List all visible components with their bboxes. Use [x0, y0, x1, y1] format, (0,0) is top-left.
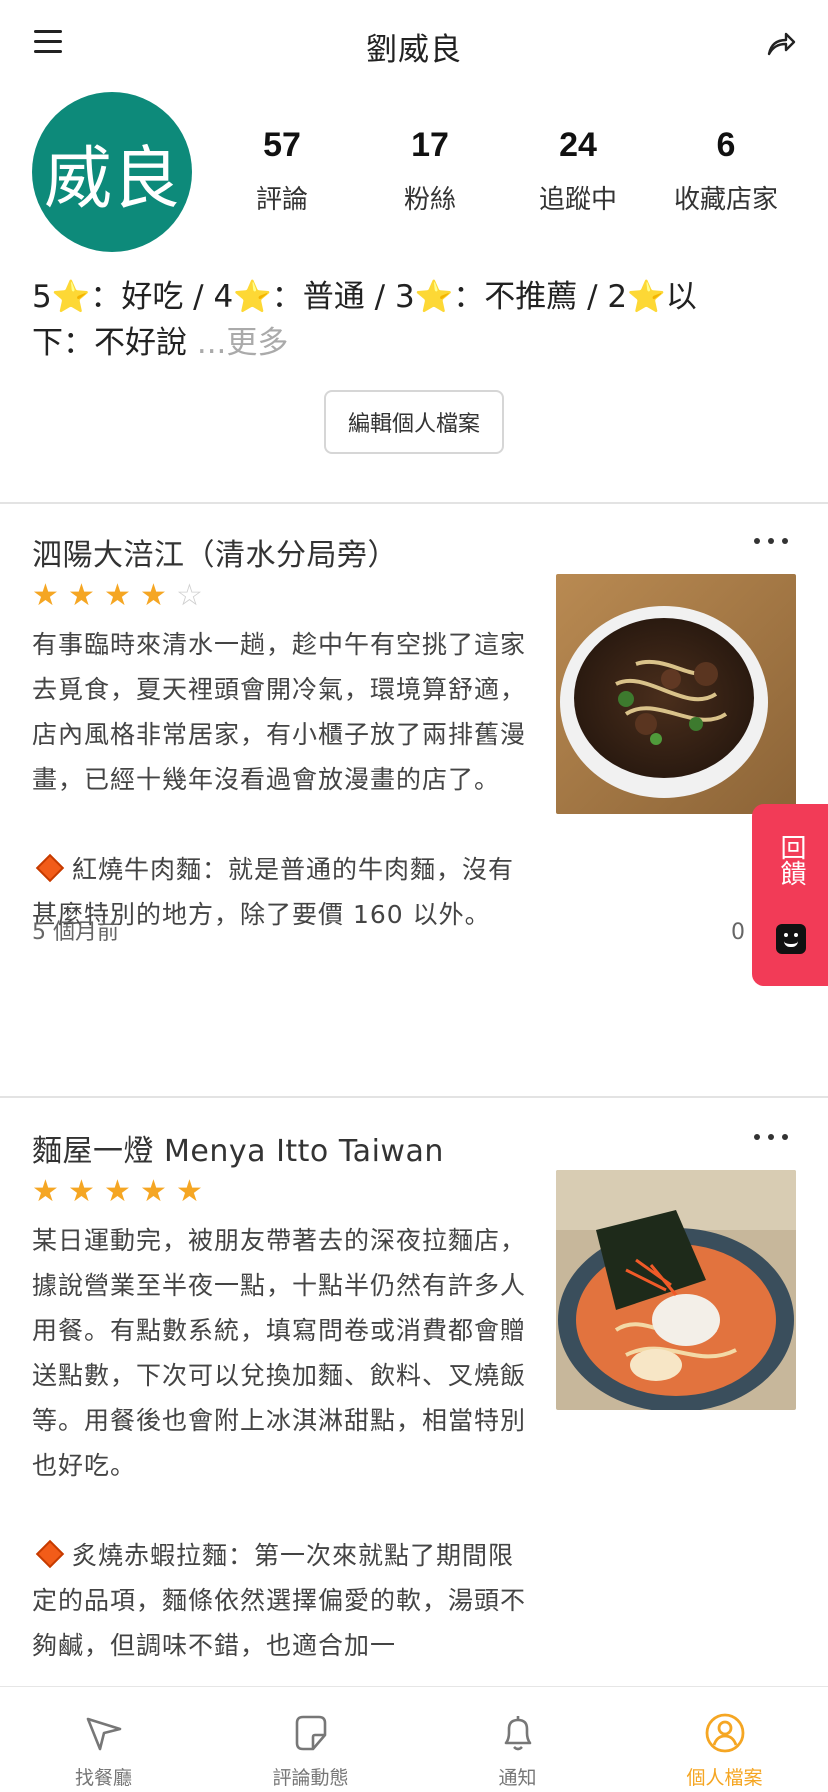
profile-icon — [705, 1713, 744, 1753]
stat-label: 收藏店家 — [673, 185, 778, 215]
review-photo-beef-noodle[interactable] — [556, 574, 796, 814]
review-body: 某日運動完，被朋友帶著去的深夜拉麵店，據說營業至半夜一點，十點半仍然有許多人用餐… — [32, 1226, 527, 1480]
bio-line: 下：不好說 ...更多 — [32, 320, 752, 366]
profile-stats: 57 評論 17 粉絲 24 追蹤中 6 收藏店家 — [208, 126, 808, 216]
nav-profile[interactable]: 個人檔案 — [621, 1687, 828, 1792]
star-empty-icon: ☆ — [176, 578, 203, 613]
more-options-icon[interactable] — [754, 538, 788, 548]
stat-label: 評論 — [255, 185, 308, 215]
bottom-navigation: 找餐廳 評論動態 通知 個人檔案 — [0, 1686, 828, 1792]
nav-review-feed[interactable]: 評論動態 — [207, 1687, 414, 1792]
stat-number: 17 — [411, 126, 449, 164]
top-bar: 劉威良 — [0, 0, 828, 88]
star-filled-icon: ★ — [140, 578, 167, 613]
star-filled-icon: ★ — [32, 1174, 59, 1209]
note-icon — [295, 1715, 326, 1751]
review-photo-ramen[interactable] — [556, 1170, 796, 1410]
star-filled-icon: ★ — [32, 578, 59, 613]
star-filled-icon: ★ — [68, 578, 95, 613]
stat-number: 24 — [559, 126, 597, 164]
nav-label: 個人檔案 — [686, 1767, 763, 1789]
avatar[interactable]: 威良 — [32, 92, 192, 252]
edit-profile-button[interactable]: 編輯個人檔案 — [324, 390, 504, 454]
nav-label: 評論動態 — [272, 1767, 349, 1789]
diamond-icon — [35, 853, 65, 883]
stat-label: 粉絲 — [403, 185, 456, 215]
star-filled-icon: ★ — [68, 1174, 95, 1209]
section-divider — [0, 1096, 828, 1098]
star-filled-icon: ★ — [104, 578, 131, 613]
bio-text: 下：不好說 — [32, 325, 187, 361]
rating-stars: ★ ★ ★ ★ ☆ — [32, 578, 212, 614]
navigation-arrow-icon — [86, 1717, 121, 1751]
smile-icon — [776, 924, 806, 954]
stat-reviews[interactable]: 57 評論 — [208, 126, 356, 216]
nav-find-restaurants[interactable]: 找餐廳 — [0, 1687, 207, 1792]
bio-line: 5⭐：好吃 / 4⭐：普通 / 3⭐：不推薦 / 2⭐以 — [32, 279, 697, 315]
star-filled-icon: ★ — [140, 1174, 167, 1209]
restaurant-name[interactable]: 泗陽大涪江（清水分局旁） — [32, 530, 398, 574]
rating-stars: ★ ★ ★ ★ ★ — [32, 1174, 212, 1210]
nav-notifications[interactable]: 通知 — [414, 1687, 621, 1792]
review-time: 5 個月前 — [32, 920, 119, 945]
page-title: 劉威良 — [366, 32, 462, 68]
profile-bio: 5⭐：好吃 / 4⭐：普通 / 3⭐：不推薦 / 2⭐以 下：不好說 ...更多 — [32, 274, 752, 366]
more-options-icon[interactable] — [754, 1134, 788, 1144]
restaurant-name[interactable]: 麵屋一燈 Menya Itto Taiwan — [32, 1126, 444, 1170]
star-filled-icon: ★ — [176, 1174, 203, 1209]
feedback-button[interactable]: 回饋 — [752, 804, 828, 986]
diamond-icon — [35, 1539, 65, 1569]
stat-number: 57 — [263, 126, 301, 164]
nav-label: 找餐廳 — [74, 1767, 132, 1789]
stat-following[interactable]: 24 追蹤中 — [504, 126, 652, 216]
share-icon[interactable] — [764, 28, 796, 60]
review-body: 有事臨時來清水一趟，趁中午有空挑了這家去覓食，夏天裡頭會開冷氣，環境算舒適，店內… — [32, 630, 527, 794]
review-dish: 炙燒赤蝦拉麵：第一次來就點了期間限定的品項，麵條依然選擇偏愛的軟，湯頭不夠鹹，但… — [32, 1541, 527, 1660]
bio-more-link[interactable]: ...更多 — [187, 325, 289, 361]
bell-icon — [504, 1716, 531, 1751]
feedback-label: 回饋 — [776, 834, 806, 886]
nav-label: 通知 — [498, 1767, 537, 1789]
stat-number: 6 — [716, 126, 736, 164]
stat-label: 追蹤中 — [538, 185, 617, 215]
stat-followers[interactable]: 17 粉絲 — [356, 126, 504, 216]
review-text: 某日運動完，被朋友帶著去的深夜拉麵店，據說營業至半夜一點，十點半仍然有許多人用餐… — [32, 1218, 536, 1668]
review-text: 有事臨時來清水一趟，趁中午有空挑了這家去覓食，夏天裡頭會開冷氣，環境算舒適，店內… — [32, 622, 536, 937]
star-filled-icon: ★ — [104, 1174, 131, 1209]
stat-saved-restaurants[interactable]: 6 收藏店家 — [652, 126, 800, 216]
section-divider — [0, 502, 828, 504]
